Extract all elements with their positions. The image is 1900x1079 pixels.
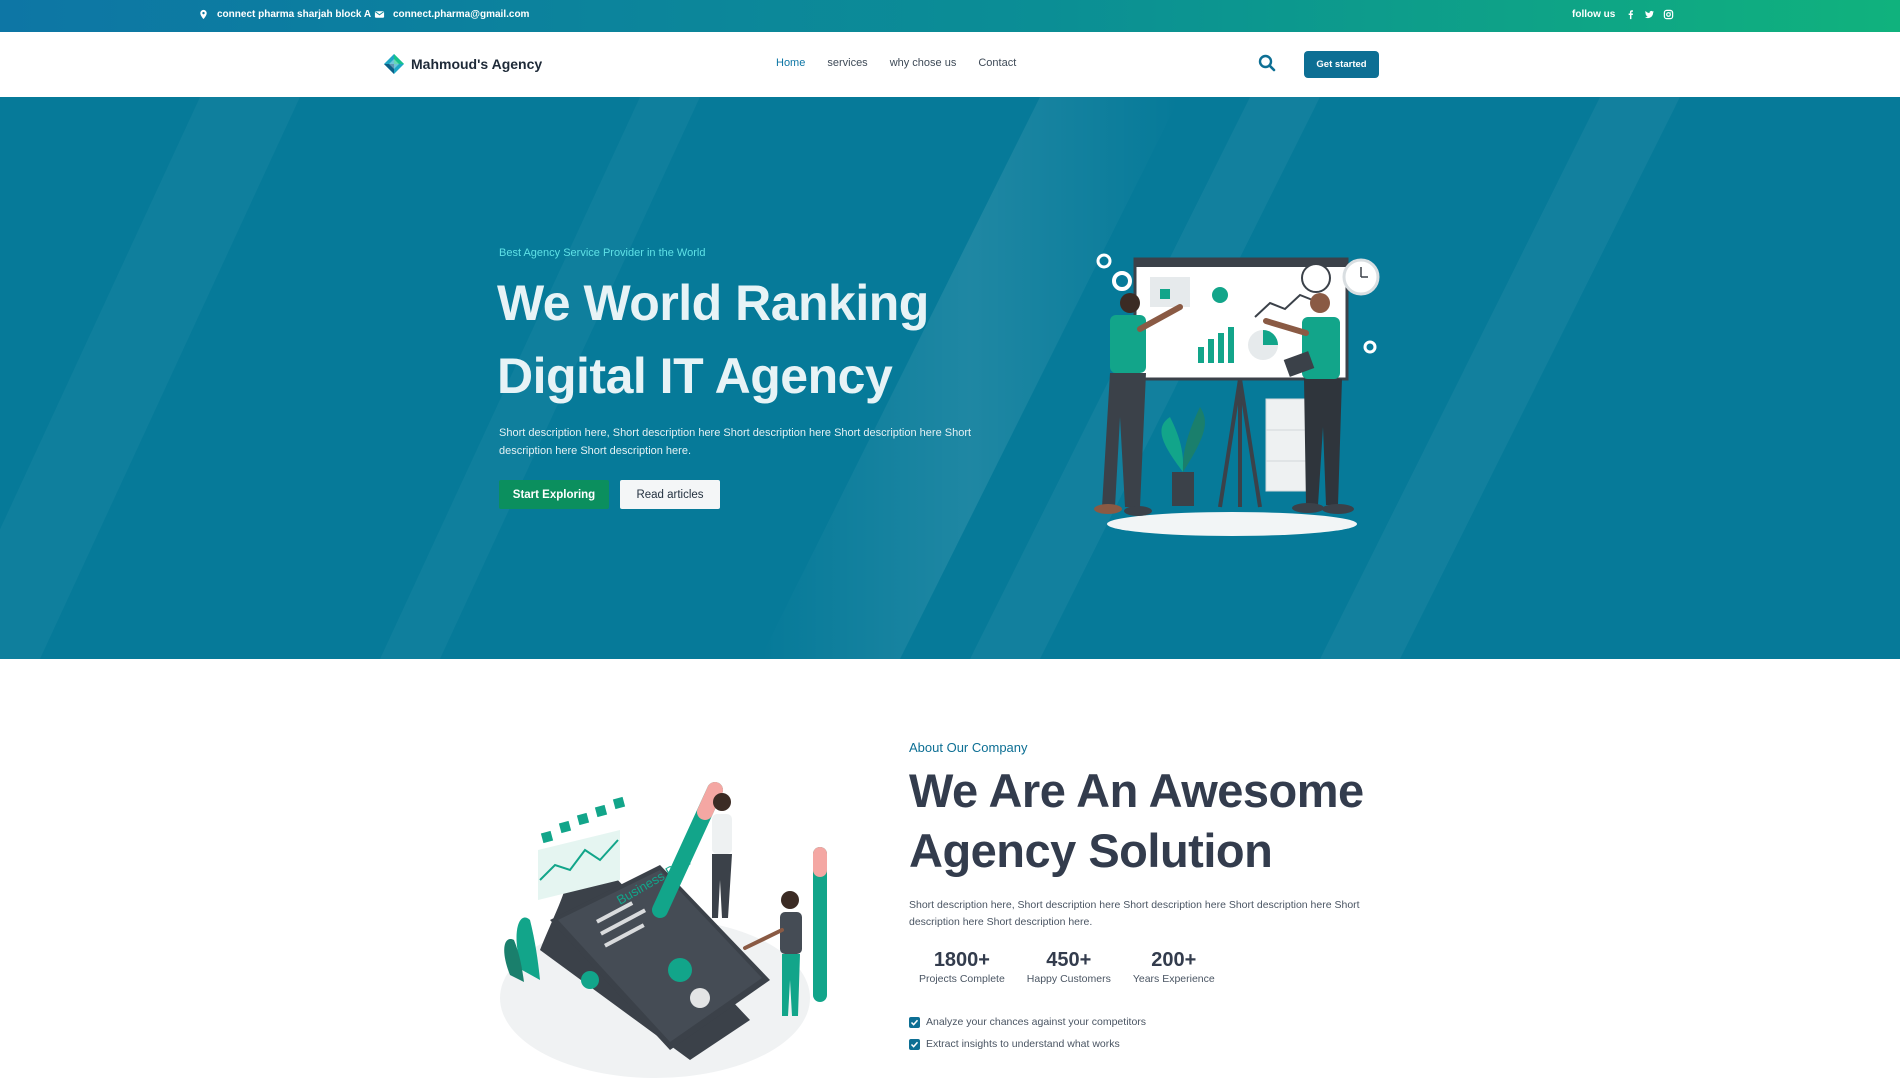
about-title: We Are An Awesome Agency Solution xyxy=(909,761,1409,881)
stat-customers: 450+ Happy Customers xyxy=(1027,949,1111,985)
email-contact[interactable]: connect.pharma@gmail.com xyxy=(374,9,529,20)
nav-why-chose-us[interactable]: why chose us xyxy=(890,57,957,69)
stat-value: 200+ xyxy=(1151,949,1197,971)
nav-home[interactable]: Home xyxy=(776,57,805,69)
about-eyebrow: About Our Company xyxy=(909,740,1028,755)
instagram-icon[interactable] xyxy=(1663,9,1674,20)
main-nav: Home services why chose us Contact xyxy=(776,57,1016,69)
brand-logo-link[interactable]: Mahmoud's Agency xyxy=(384,54,542,74)
brand-logo-icon xyxy=(384,54,404,74)
hero-description: Short description here, Short descriptio… xyxy=(499,427,972,457)
location-pin-icon xyxy=(200,9,207,20)
hero-title-line-2: Digital IT Agency xyxy=(497,348,893,404)
email-text[interactable]: connect.pharma@gmail.com xyxy=(393,9,529,20)
envelope-icon xyxy=(374,11,385,18)
get-started-button[interactable]: Get started xyxy=(1304,51,1379,78)
stat-label: Happy Customers xyxy=(1026,973,1111,985)
stat-value: 450+ xyxy=(1046,949,1092,971)
stat-projects: 1800+ Projects Complete xyxy=(919,949,1005,985)
stat-label: Projects Complete xyxy=(919,973,1005,985)
checklist-text: Extract insights to understand what work… xyxy=(926,1038,1120,1050)
hero-title: We World Ranking Digital IT Agency xyxy=(497,267,1057,413)
follow-us: follow us xyxy=(1572,9,1674,20)
facebook-icon[interactable] xyxy=(1625,9,1636,20)
address-text: connect pharma sharjah block A xyxy=(217,9,372,20)
checkmark-icon xyxy=(909,1038,920,1050)
checklist-text: Analyze your chances against your compet… xyxy=(926,1016,1147,1028)
checklist-item: Analyze your chances against your compet… xyxy=(909,1011,1409,1033)
checkmark-icon xyxy=(909,1016,920,1028)
nav-contact[interactable]: Contact xyxy=(978,57,1016,69)
search-icon[interactable] xyxy=(1257,53,1277,73)
stat-experience: 200+ Years Experience xyxy=(1133,949,1215,985)
start-exploring-button[interactable]: Start Exploring xyxy=(499,480,609,509)
brand-name: Mahmoud's Agency xyxy=(411,56,543,72)
top-bar: connect pharma sharjah block A connect.p… xyxy=(0,0,1900,32)
stat-label: Years Experience xyxy=(1132,973,1215,985)
read-articles-button[interactable]: Read articles xyxy=(620,480,720,509)
main-header: Mahmoud's Agency Home services why chose… xyxy=(0,32,1900,97)
about-business-plan-illustration: Business Plan xyxy=(500,782,827,1078)
about-title-line-1: We Are An Awesome xyxy=(909,764,1364,817)
about-description: Short description here, Short descriptio… xyxy=(909,899,1360,928)
about-title-line-2: Agency Solution xyxy=(909,824,1273,877)
stats-row: 1800+ Projects Complete 450+ Happy Custo… xyxy=(909,949,1409,985)
hero-section: Best Agency Service Provider in the Worl… xyxy=(0,97,1900,659)
hero-presentation-illustration xyxy=(1094,253,1380,536)
stat-value: 1800+ xyxy=(933,949,990,971)
nav-services[interactable]: services xyxy=(827,57,867,69)
checklist-item: Extract insights to understand what work… xyxy=(909,1033,1409,1055)
follow-label: follow us xyxy=(1572,9,1616,20)
twitter-icon[interactable] xyxy=(1644,9,1655,20)
feature-checklist: Analyze your chances against your compet… xyxy=(909,1011,1409,1055)
social-links xyxy=(1625,9,1674,20)
hero-title-line-1: We World Ranking xyxy=(497,275,929,331)
hero-tagline: Best Agency Service Provider in the Worl… xyxy=(499,247,706,259)
hero-buttons: Start Exploring Read articles xyxy=(499,480,720,509)
address-contact: connect pharma sharjah block A xyxy=(198,9,371,20)
about-section: About Our Company We Are An Awesome Agen… xyxy=(909,740,1409,1079)
